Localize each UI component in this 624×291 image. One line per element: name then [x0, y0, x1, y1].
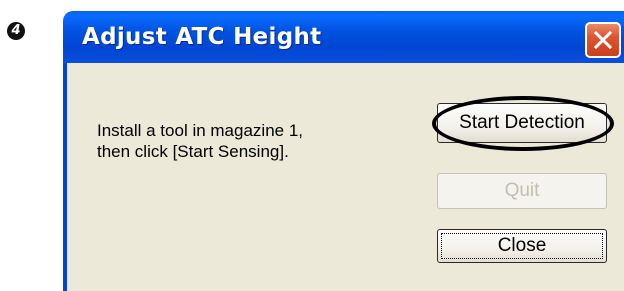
quit-button[interactable]: Quit [437, 173, 607, 209]
close-window-button[interactable] [585, 22, 621, 58]
step-number-icon: 4 [7, 22, 25, 40]
message-line: then click [Start Sensing]. [97, 142, 289, 161]
focus-rectangle [441, 233, 603, 259]
dialog-body: Install a tool in magazine 1, then click… [63, 63, 624, 291]
instruction-message: Install a tool in magazine 1, then click… [97, 120, 417, 162]
start-detection-button[interactable]: Start Detection [437, 103, 607, 143]
dialog-window: Adjust ATC Height Install a tool in maga… [63, 11, 624, 291]
title-bar: Adjust ATC Height [63, 11, 624, 63]
close-button[interactable]: Close [437, 229, 607, 263]
message-line: Install a tool in magazine 1, [97, 121, 304, 140]
dialog-title: Adjust ATC Height [82, 24, 322, 50]
close-x-icon [593, 30, 613, 50]
